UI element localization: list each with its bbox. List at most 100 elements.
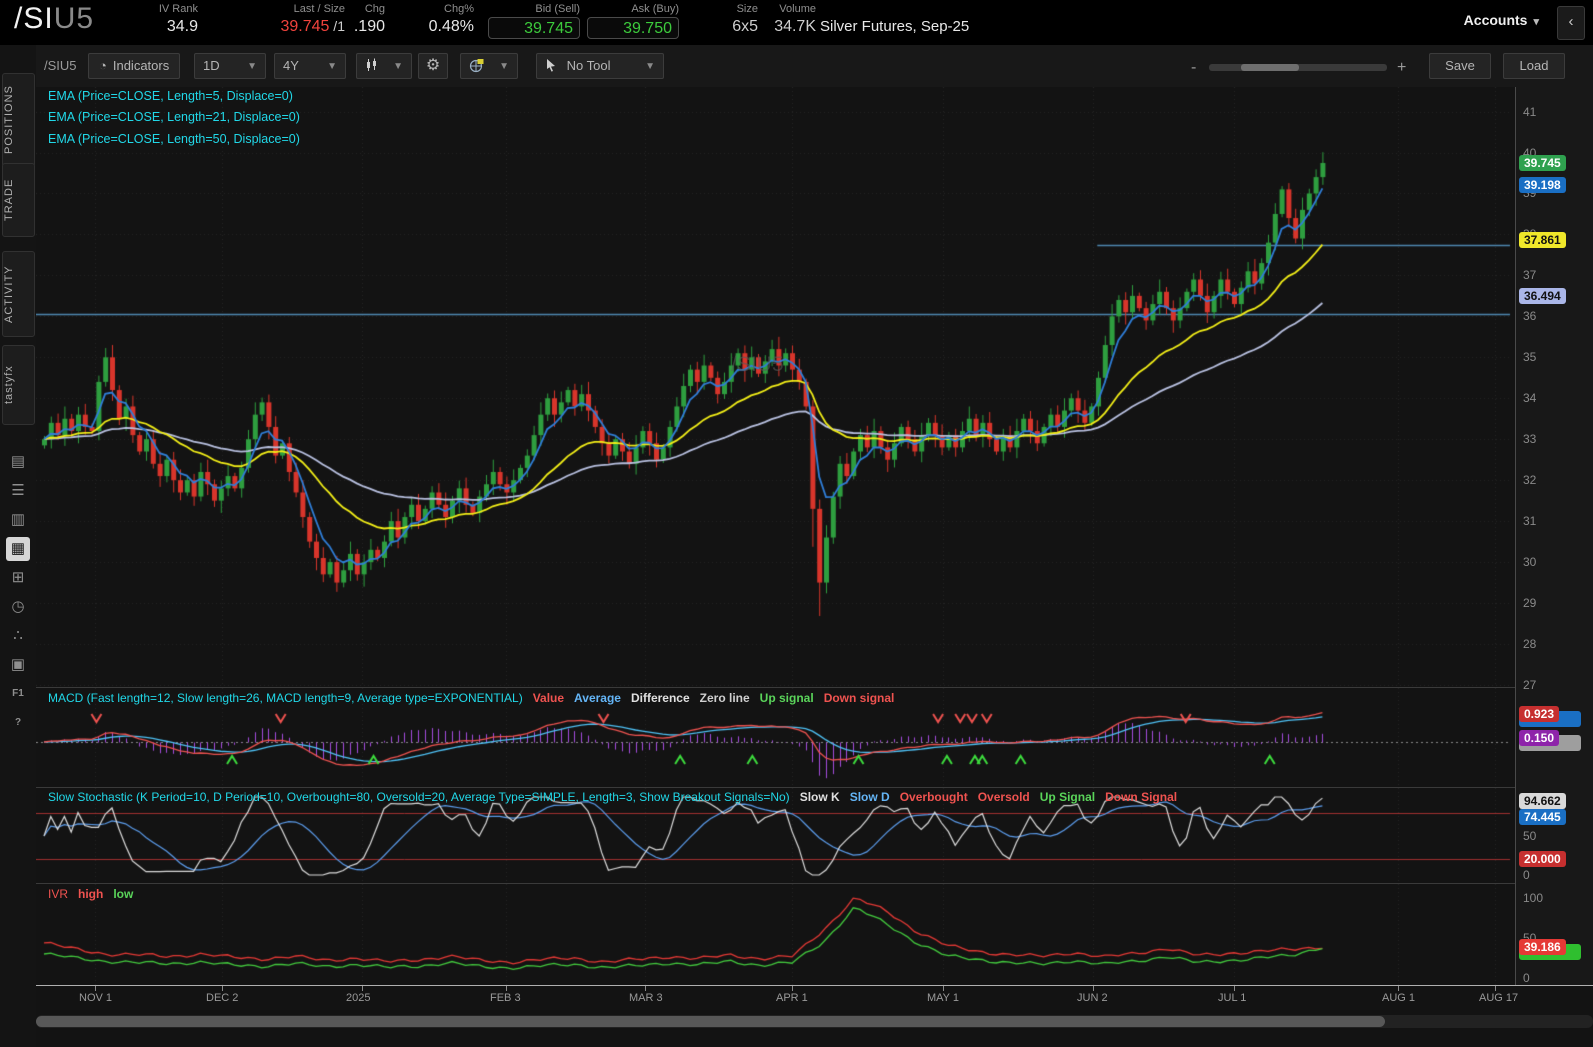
report-icon[interactable]: ▥ (6, 508, 30, 532)
globe-grid-icon (469, 59, 484, 73)
price-bubble: 36.494 (1519, 288, 1566, 305)
axis-tick: 35 (1523, 350, 1537, 365)
journal-icon[interactable]: ▤ (6, 450, 30, 474)
date-label: MAY 1 (927, 992, 959, 1004)
ema5-label: EMA (Price=CLOSE, Length=5, Displace=0) (48, 89, 293, 103)
chevron-down-icon: ▼ (393, 61, 403, 72)
price-bubble: 39.186 (1519, 938, 1566, 955)
date-label: JUN 2 (1077, 992, 1108, 1004)
axis-tick: 32 (1523, 473, 1537, 488)
chevron-down-icon: ▼ (247, 61, 257, 72)
axis-tick: 37 (1523, 268, 1537, 283)
chart-type-dropdown[interactable]: ▼ (356, 53, 412, 79)
accounts-menu[interactable]: Accounts ▾ (1464, 12, 1539, 28)
ema21-label: EMA (Price=CLOSE, Length=21, Displace=0) (48, 110, 300, 124)
zoom-out-button[interactable]: - (1191, 59, 1196, 76)
legend-item: Up signal (759, 691, 814, 705)
chevron-down-icon: ▾ (1533, 16, 1539, 28)
axis-tick: 50 (1523, 829, 1537, 843)
ivr-panel-canvas[interactable] (36, 884, 1515, 985)
sidebar-tab-positions[interactable]: POSITIONS (2, 73, 35, 167)
axis-tick: 33 (1523, 432, 1537, 447)
chart-watermark: /SIU5 (731, 353, 784, 376)
date-tick (792, 986, 793, 991)
legend-item: Zero line (699, 691, 750, 705)
axis-tick: 31 (1523, 514, 1537, 529)
candlestick-icon (367, 58, 376, 71)
price-bubble: 37.861 (1519, 232, 1566, 249)
date-label: AUG 1 (1382, 992, 1416, 1004)
price-bubble: 74.445 (1519, 808, 1566, 825)
range-dropdown[interactable]: 4Y ▼ (274, 53, 346, 79)
date-tick (1398, 986, 1399, 991)
collapse-panel-button[interactable]: ‹ (1557, 6, 1585, 40)
quote-header: /SIU5 IV Rank 34.9 Last / Size 39.745 /1 … (0, 0, 1593, 45)
indicators-button[interactable]: ◔ Indicators (88, 53, 181, 79)
chart-settings-button[interactable]: ⚙ (418, 53, 448, 79)
legend-item: Overbought (899, 790, 968, 804)
price-chart-canvas[interactable] (36, 87, 1515, 687)
history-icon[interactable]: ◷ (6, 595, 30, 619)
ask-stat: Ask (Buy) 39.750 (587, 3, 679, 39)
volume-stat: Volume 34.7K (774, 3, 816, 35)
list-icon[interactable]: ☰ (6, 479, 30, 503)
legend-item: Slow D (849, 790, 890, 804)
axis-tick: 30 (1523, 555, 1537, 570)
ivr-study-label: IVR high low (48, 887, 134, 901)
date-tick (1093, 986, 1094, 991)
zoom-slider[interactable] (1209, 64, 1387, 71)
ema50-label: EMA (Price=CLOSE, Length=50, Displace=0) (48, 132, 300, 146)
axis-tick: 0 (1523, 868, 1530, 882)
date-tick (1234, 986, 1235, 991)
help-icon[interactable]: ? (6, 711, 30, 735)
left-sidebar: POSITIONS TRADE ACTIVITY tastyfx ▤ ☰ ▥ ▦ ⊞ ◷ ∴… (0, 45, 37, 1047)
chevron-down-icon: ▼ (499, 61, 509, 72)
date-tick (95, 986, 96, 991)
date-tick (1495, 986, 1496, 991)
bid-button[interactable]: 39.745 (488, 17, 580, 39)
date-label: JUL 1 (1218, 992, 1247, 1004)
date-label: MAR 3 (629, 992, 663, 1004)
zoom-in-button[interactable]: + (1397, 59, 1406, 77)
legend-item: Up Signal (1039, 790, 1096, 804)
toolbar-symbol: /SIU5 (44, 58, 77, 73)
last-size-stat: Last / Size 39.745 /1 (280, 3, 345, 35)
contacts-icon[interactable]: ∴ (6, 624, 30, 648)
price-bubble: 0.923 (1519, 706, 1560, 723)
f1-key-icon[interactable]: F1 (6, 682, 30, 706)
timeframe-dropdown[interactable]: 1D ▼ (194, 53, 266, 79)
axis-tick: 100 (1523, 891, 1544, 905)
symbol-title: /SIU5 (14, 2, 95, 35)
sidebar-tab-trade[interactable]: TRADE (2, 163, 35, 237)
axis-tick: 41 (1523, 104, 1537, 119)
date-axis: NOV 1 DEC 2 2025 FEB 3 MAR 3 APR 1 MAY 1 JUN 2 J… (36, 985, 1593, 1010)
date-tick (362, 986, 363, 991)
calendar-icon[interactable]: ▣ (6, 653, 30, 677)
save-button[interactable]: Save (1429, 53, 1491, 79)
drawing-tool-dropdown[interactable]: No Tool ▼ (536, 53, 664, 79)
chg-stat: Chg .190 (353, 3, 385, 35)
price-axis: 4140393837363534333231302928275001005003… (1515, 87, 1593, 985)
horizontal-scrollbar[interactable] (36, 1015, 1593, 1028)
axis-tick: 0 (1523, 971, 1530, 985)
legend-item: Oversold (977, 790, 1030, 804)
date-label: AUG 17 (1479, 992, 1519, 1004)
date-tick (645, 986, 646, 991)
grid-icon[interactable]: ⊞ (6, 566, 30, 590)
date-tick (506, 986, 507, 991)
sidebar-tab-activity[interactable]: ACTIVITY (2, 251, 35, 337)
sidebar-tab-tastyfx[interactable]: tastyfx (2, 345, 35, 425)
ask-button[interactable]: 39.750 (587, 17, 679, 39)
axis-tick: 27 (1523, 677, 1537, 692)
layout-dropdown[interactable]: ▼ (460, 53, 518, 79)
legend-item: Down signal (823, 691, 895, 705)
stochastic-study-label: Slow Stochastic (K Period=10, D Period=1… (48, 790, 1178, 804)
chart-icon[interactable]: ▦ (6, 537, 30, 561)
scrollbar-thumb[interactable] (36, 1016, 1385, 1027)
zoom-slider-thumb[interactable] (1241, 64, 1299, 71)
price-bubble: 39.745 (1519, 154, 1566, 171)
load-button[interactable]: Load (1503, 53, 1565, 79)
price-bubble: 94.662 (1519, 793, 1566, 810)
cursor-icon (547, 59, 555, 72)
date-label: FEB 3 (490, 992, 521, 1004)
